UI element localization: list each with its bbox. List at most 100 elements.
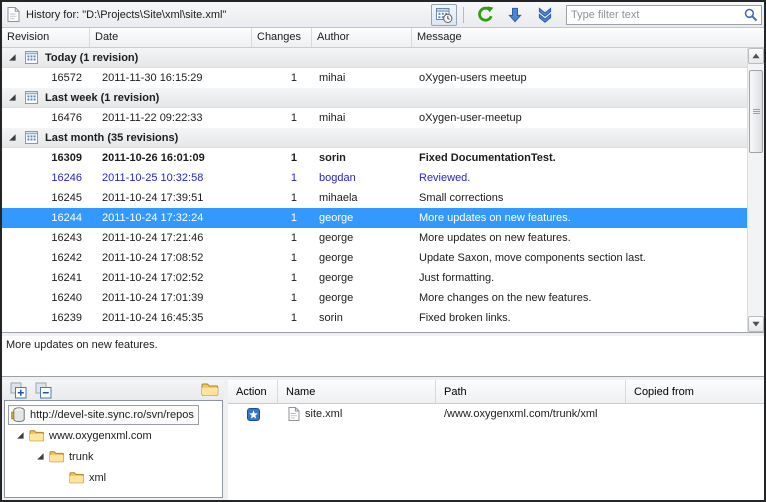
column-header-message[interactable]: Message (412, 28, 764, 47)
message-cell: Reviewed. (412, 172, 747, 184)
toolbar: History for: "D:\Projects\Site\xml\site.… (2, 2, 764, 28)
refresh-button[interactable] (472, 4, 498, 26)
tree-root-row[interactable]: http://devel-site.sync.ro/svn/repos (5, 404, 222, 425)
author-cell: george (312, 272, 412, 284)
changes-cell: 1 (252, 252, 312, 264)
author-cell: mihaela (312, 192, 412, 204)
history-row[interactable]: 16241 2011-10-24 17:02:52 1 george Just … (2, 268, 747, 288)
column-header-name[interactable]: Name (278, 380, 436, 403)
column-header-revision[interactable]: Revision (2, 28, 90, 47)
message-cell: oXygen-user-meetup (412, 112, 747, 124)
collapse-all-button[interactable] (33, 381, 53, 399)
date-cell: 2011-11-22 09:22:33 (90, 112, 252, 124)
column-header-copied-from[interactable]: Copied from (626, 380, 764, 403)
column-header-path[interactable]: Path (436, 380, 626, 403)
history-table-header: Revision Date Changes Author Message (2, 28, 764, 48)
changes-cell: 1 (252, 212, 312, 224)
path-cell: /www.oxygenxml.com/trunk/xml (436, 408, 626, 420)
expanded-triangle-icon[interactable] (8, 53, 17, 62)
author-cell: george (312, 212, 412, 224)
expanded-triangle-icon (36, 452, 45, 461)
changed-paths-panel: Action Name Path Copied from site.xml /w… (228, 380, 764, 500)
history-vertical-scrollbar[interactable] (747, 48, 764, 332)
revision-cell: 16240 (2, 292, 90, 304)
changes-cell: 1 (252, 312, 312, 324)
tree-node-row[interactable]: xml (53, 467, 222, 488)
magnifier-icon (744, 8, 758, 22)
down-arrow-icon (507, 7, 523, 23)
history-row[interactable]: 16244 2011-10-24 17:32:24 1 george More … (2, 208, 747, 228)
expanded-triangle-icon[interactable] (8, 133, 17, 142)
author-cell: george (312, 232, 412, 244)
column-header-action[interactable]: Action (228, 380, 278, 403)
changed-file-row[interactable]: site.xml /www.oxygenxml.com/trunk/xml (228, 404, 764, 424)
message-cell: oXygen-users meetup (412, 72, 747, 84)
history-row[interactable]: 16239 2011-10-24 16:45:35 1 sorin Fixed … (2, 308, 747, 328)
history-row[interactable]: 16476 2011-11-22 09:22:33 1 mihai oXygen… (2, 108, 747, 128)
date-cell: 2011-11-30 16:15:29 (90, 72, 252, 84)
history-group-row[interactable]: Today (1 revision) (2, 48, 747, 68)
repository-icon (11, 407, 25, 423)
revision-cell: 16572 (2, 72, 90, 84)
message-cell: Fixed broken links. (412, 312, 747, 324)
author-cell: sorin (312, 312, 412, 324)
calendar-group-icon (25, 91, 38, 104)
refresh-icon (477, 6, 494, 23)
message-cell: Update Saxon, move components section la… (412, 252, 747, 264)
file-name: site.xml (305, 408, 342, 420)
history-row[interactable]: 16240 2011-10-24 17:01:39 1 george More … (2, 288, 747, 308)
message-cell: More updates on new features. (412, 232, 747, 244)
group-by-date-toggle-button[interactable] (431, 4, 457, 26)
revision-cell: 16245 (2, 192, 90, 204)
name-cell: site.xml (278, 407, 436, 421)
history-row[interactable]: 16309 2011-10-26 16:01:09 1 sorin Fixed … (2, 148, 747, 168)
history-table-body: Today (1 revision) 16572 2011-11-30 16:1… (2, 48, 747, 332)
expand-triangle-slot[interactable] (33, 452, 49, 461)
column-header-changes[interactable]: Changes (252, 28, 312, 47)
calendar-group-icon (25, 51, 38, 64)
history-group-row[interactable]: Last month (35 revisions) (2, 128, 747, 148)
repository-tree-panel: http://devel-site.sync.ro/svn/repos www.… (2, 380, 224, 500)
group-label: Last week (1 revision) (45, 92, 159, 104)
tree-node-row[interactable]: trunk (33, 446, 222, 467)
message-cell: More changes on the new features. (412, 292, 747, 304)
next-revision-button[interactable] (502, 4, 528, 26)
history-row[interactable]: 16243 2011-10-24 17:21:46 1 george More … (2, 228, 747, 248)
column-header-author[interactable]: Author (312, 28, 412, 47)
column-header-date[interactable]: Date (90, 28, 252, 47)
expanded-triangle-icon[interactable] (8, 93, 17, 102)
revision-cell: 16246 (2, 172, 90, 184)
date-cell: 2011-10-25 10:32:58 (90, 172, 252, 184)
date-cell: 2011-10-26 16:01:09 (90, 152, 252, 164)
changes-cell: 1 (252, 192, 312, 204)
scrollbar-thumb[interactable] (749, 70, 763, 153)
author-cell: sorin (312, 152, 412, 164)
date-cell: 2011-10-24 17:01:39 (90, 292, 252, 304)
tree-node-label: www.oxygenxml.com (49, 430, 152, 442)
folder-icon (29, 429, 44, 442)
changes-cell: 1 (252, 172, 312, 184)
scroll-up-button[interactable] (748, 48, 764, 64)
revision-cell: 16241 (2, 272, 90, 284)
history-row[interactable]: 16572 2011-11-30 16:15:29 1 mihai oXygen… (2, 68, 747, 88)
changes-table-header: Action Name Path Copied from (228, 380, 764, 404)
history-row[interactable]: 16245 2011-10-24 17:39:51 1 mihaela Smal… (2, 188, 747, 208)
xml-file-icon (288, 407, 300, 421)
revision-cell: 16476 (2, 112, 90, 124)
expanded-triangle-icon (16, 431, 25, 440)
repository-tree: http://devel-site.sync.ro/svn/repos www.… (4, 400, 223, 498)
author-cell: george (312, 252, 412, 264)
scroll-down-button[interactable] (748, 316, 764, 332)
history-group-row[interactable]: Last week (1 revision) (2, 88, 747, 108)
history-row[interactable]: 16246 2011-10-25 10:32:58 1 bogdan Revie… (2, 168, 747, 188)
tree-node-row[interactable]: www.oxygenxml.com (13, 425, 222, 446)
go-to-folder-button[interactable] (200, 381, 219, 397)
tree-node-label: xml (89, 472, 106, 484)
window-title: History for: "D:\Projects\Site\xml\site.… (26, 9, 226, 21)
history-row[interactable]: 16242 2011-10-24 17:08:52 1 george Updat… (2, 248, 747, 268)
date-cell: 2011-10-24 17:32:24 (90, 212, 252, 224)
filter-input[interactable] (566, 5, 762, 25)
expand-triangle-slot[interactable] (13, 431, 29, 440)
last-revision-button[interactable] (532, 4, 558, 26)
expand-all-button[interactable] (8, 381, 28, 399)
